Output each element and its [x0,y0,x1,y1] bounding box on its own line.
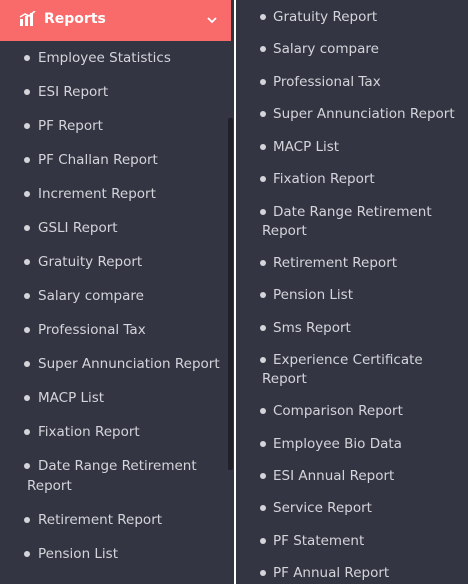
bullet-icon [24,157,30,163]
sidebar-item-label: PF Annual Report [273,565,390,581]
bullet-icon [260,473,266,479]
bullet-icon [24,395,30,401]
sidebar-item-label-continued: Report [262,371,307,387]
sidebar-item-label: Super Annunciation Report [273,106,455,122]
sidebar-item-label: Service Report [273,500,372,516]
bullet-icon [260,209,266,215]
bullet-icon [24,361,30,367]
bullet-icon [260,111,266,117]
bullet-icon [24,55,30,61]
bullet-icon [24,259,30,265]
sidebar-item-label: Retirement Report [38,512,163,528]
bullet-icon [260,505,266,511]
sidebar-item-label: Super Annunciation Report [38,356,220,372]
bullet-icon [260,570,266,576]
sidebar-item-label: Salary compare [38,288,144,304]
bullet-icon [260,14,266,20]
sidebar-item-label: Professional Tax [38,322,146,338]
sidebar-item-label: PF Challan Report [38,152,158,168]
bullet-icon [260,538,266,544]
sidebar-item-label: PF Report [38,118,103,134]
reports-menu-header[interactable]: Reports [0,0,231,41]
sidebar-right-panel: Gratuity Report Salary compare Professio… [236,0,468,584]
bullet-icon [260,441,266,447]
sidebar-item-label-continued: Report [27,478,72,494]
chevron-down-icon[interactable] [206,14,218,26]
sidebar-item-label: Sms Report [273,320,351,336]
sidebar-item-label: Date Range Retirement [38,458,197,474]
bullet-icon [260,46,266,52]
sidebar-item-label-continued: Report [262,223,307,239]
bullet-icon [24,89,30,95]
bullet-icon [24,123,30,129]
bullet-icon [260,357,266,363]
sidebar-item-label: Date Range Retirement [273,204,432,220]
sidebar-item-label: PF Statement [273,533,365,549]
bullet-icon [24,517,30,523]
sidebar-item-label: Experience Certificate [273,352,423,368]
bullet-icon [24,191,30,197]
sidebar-item-label: Fixation Report [38,424,140,440]
bar-chart-icon [19,11,36,26]
sidebar-item-label: Professional Tax [273,74,381,90]
header-divider [231,0,234,41]
sidebar-item-label: Increment Report [38,186,156,202]
bullet-icon [260,260,266,266]
sidebar-item-label: Salary compare [273,41,379,57]
sidebar-item-label: Employee Statistics [38,50,171,66]
bullet-icon [260,292,266,298]
reports-menu-title: Reports [44,11,106,27]
sidebar-item-label: Pension List [273,287,354,303]
bullet-icon [260,176,266,182]
sidebar-item-label: MACP List [38,390,105,406]
bullet-icon [260,79,266,85]
sidebar-item-label: MACP List [273,139,340,155]
bullet-icon [24,463,30,469]
sidebar-left-panel: Reports Employee Statistics ESI Report P… [0,0,234,584]
sidebar-item-label: Gratuity Report [273,9,378,25]
sidebar-item-label: Gratuity Report [38,254,143,270]
sidebar-item-label: Fixation Report [273,171,375,187]
bullet-icon [24,327,30,333]
sidebar-item-label: ESI Report [38,84,109,100]
bullet-icon [24,429,30,435]
sidebar-scrollbar[interactable] [228,118,233,470]
bullet-icon [24,225,30,231]
sidebar-item-label: Comparison Report [273,403,403,419]
bullet-icon [24,551,30,557]
bullet-icon [260,144,266,150]
bullet-icon [24,293,30,299]
bullet-icon [260,325,266,331]
bullet-icon [260,408,266,414]
sidebar-item-label: ESI Annual Report [273,468,395,484]
sidebar-item-label: Retirement Report [273,255,398,271]
sidebar-item-label: Pension List [38,546,119,562]
sidebar-item-label: Employee Bio Data [273,436,402,452]
sidebar-item-label: GSLI Report [38,220,118,236]
